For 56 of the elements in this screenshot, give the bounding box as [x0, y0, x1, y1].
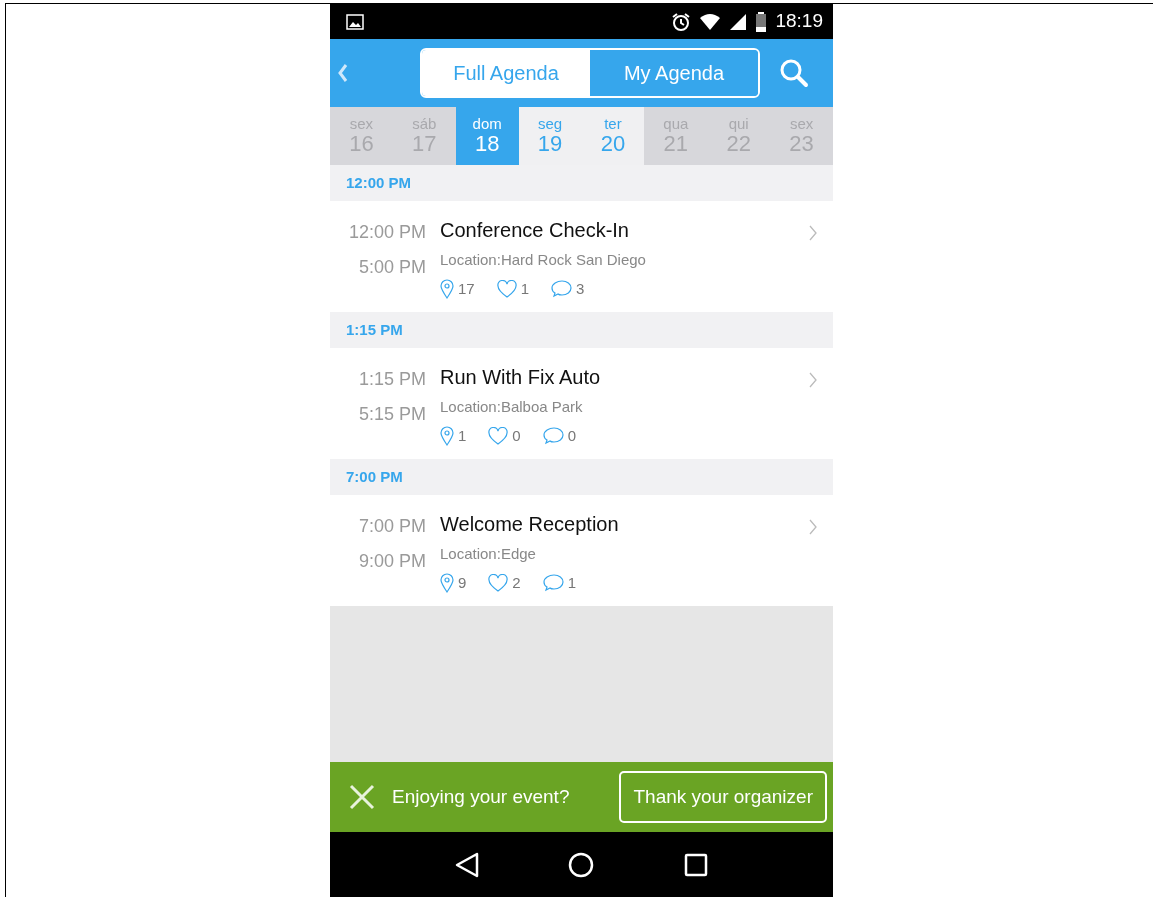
home-circle-icon[interactable]: [568, 851, 595, 878]
like-count: 1: [520, 278, 530, 299]
end-time: 9:00 PM: [357, 550, 426, 573]
checkin-count: 9: [458, 572, 467, 593]
day-tab[interactable]: seg 19: [518, 107, 582, 165]
like-count: 2: [512, 572, 521, 593]
agenda-tab[interactable]: Full Agenda: [422, 50, 590, 96]
chevron-right-icon: [809, 519, 817, 535]
time-heading: 7:00 PM: [330, 459, 833, 495]
event-location: Location:Hard Rock San Diego: [440, 250, 647, 270]
event-title: Conference Check-In: [440, 218, 630, 243]
chevron-right-icon: [809, 225, 817, 241]
pin-icon: [440, 425, 454, 446]
like-count: 0: [512, 425, 521, 446]
event-row[interactable]: 7:00 PM 9:00 PM Welcome Reception Location:Edge 9 2 1: [330, 495, 833, 606]
clock-time: 18:19: [775, 9, 823, 34]
time-heading: 1:15 PM: [330, 312, 833, 348]
speech-bubble-icon: [551, 279, 573, 299]
comment-count: 1: [567, 572, 577, 593]
pin-icon: [440, 278, 454, 299]
signal-icon: [729, 12, 748, 31]
search-icon[interactable]: [779, 58, 809, 88]
event-row[interactable]: 12:00 PM 5:00 PM Conference Check-In Location:Hard Rock San Diego 17 1 3: [330, 201, 833, 312]
speech-bubble-icon: [542, 426, 564, 446]
image-icon: [346, 13, 364, 30]
event-location: Location:Edge: [440, 544, 537, 564]
day-tab[interactable]: dom 18: [455, 107, 519, 165]
pin-icon: [440, 572, 454, 593]
chevron-right-icon: [809, 372, 817, 388]
comment-count: 0: [567, 425, 577, 446]
heart-icon: [496, 279, 517, 298]
checkin-count: 1: [458, 425, 467, 446]
banner-message: Enjoying your event?: [392, 784, 571, 809]
start-time: 1:15 PM: [357, 368, 426, 391]
event-title: Run With Fix Auto: [440, 365, 602, 390]
end-time: 5:00 PM: [357, 256, 426, 279]
wifi-icon: [699, 12, 722, 31]
event-location: Location:Balboa Park: [440, 397, 584, 417]
back-triangle-icon[interactable]: [454, 851, 479, 878]
time-heading: 12:00 PM: [330, 165, 833, 201]
alarm-icon: [671, 11, 692, 32]
speech-bubble-icon: [542, 573, 564, 593]
recents-square-icon[interactable]: [684, 852, 709, 877]
start-time: 7:00 PM: [357, 515, 426, 538]
start-time: 12:00 PM: [347, 221, 426, 244]
day-tab[interactable]: ter 20: [581, 107, 645, 165]
heart-icon: [488, 426, 509, 445]
event-title: Welcome Reception: [440, 512, 620, 537]
end-time: 5:15 PM: [357, 403, 426, 426]
battery-icon: [755, 11, 768, 32]
checkin-count: 17: [458, 278, 475, 299]
close-icon[interactable]: [348, 783, 376, 811]
event-row[interactable]: 1:15 PM 5:15 PM Run With Fix Auto Location:Balboa Park 1 0 0: [330, 348, 833, 459]
comment-count: 3: [576, 278, 585, 299]
thank-organizer-button[interactable]: Thank your organizer: [619, 770, 827, 824]
heart-icon: [488, 573, 509, 592]
